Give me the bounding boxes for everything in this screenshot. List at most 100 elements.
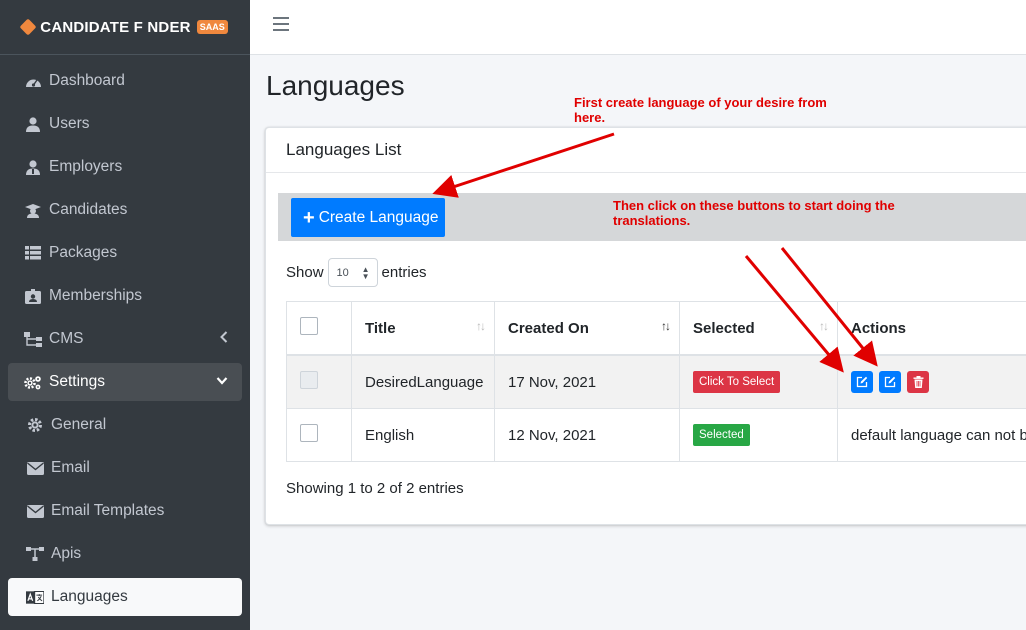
row-select-cell	[286, 354, 352, 409]
cell-selected: Selected	[679, 408, 838, 462]
column-header-created-on[interactable]: Created On ↑↓	[494, 301, 680, 356]
dashboard-icon	[24, 73, 42, 89]
column-header-title[interactable]: Title ↑↓	[351, 301, 495, 356]
id-badge-icon	[24, 288, 42, 304]
cell-selected: Click To Select	[679, 354, 838, 409]
card-header: Languages List	[266, 128, 1026, 173]
cell-created: 17 Nov, 2021	[494, 354, 680, 409]
sidebar-item-label: Packages	[49, 244, 118, 261]
click-to-select-button[interactable]: Click To Select	[693, 371, 781, 393]
sidebar-item-label: Users	[49, 115, 90, 132]
show-label: Show	[286, 264, 324, 281]
list-icon	[24, 245, 42, 261]
sidebar-item-label: Settings	[49, 373, 106, 390]
sidebar-item-label: Email	[51, 459, 90, 476]
entries-select-value: 10	[336, 266, 349, 279]
chevron-left-icon	[220, 331, 228, 346]
cogs-icon	[24, 374, 42, 390]
plus-icon: +	[303, 206, 315, 229]
select-all-checkbox[interactable]	[300, 317, 318, 335]
brand-badge: SAAS	[196, 20, 228, 34]
gear-icon	[26, 417, 44, 433]
header-label: Selected	[693, 319, 755, 337]
entries-select[interactable]: 10 ▲ ▼	[327, 258, 378, 287]
delete-button[interactable]	[907, 371, 930, 393]
brand-text: CANDIDATE F NDER	[40, 18, 191, 36]
sidebar-item-candidates[interactable]: Candidates	[8, 191, 242, 229]
table-row: English 12 Nov, 2021 Selected default la…	[286, 408, 1026, 462]
cell-created: 12 Nov, 2021	[494, 408, 680, 462]
sidebar-item-label: Apis	[51, 545, 82, 562]
select-all-header	[286, 301, 352, 356]
sidebar-item-label: Employers	[49, 158, 123, 175]
column-header-actions: Actions	[837, 301, 1026, 356]
brand-logo[interactable]: CANDIDATE F NDER SAAS	[0, 0, 250, 55]
header-label: Actions	[851, 319, 907, 337]
sort-icon: ↑↓	[819, 319, 829, 333]
languages-card: Languages List + Create Language Show 10…	[265, 127, 1026, 525]
sidebar-item-general[interactable]: General	[8, 406, 242, 444]
create-language-button[interactable]: + Create Language	[291, 198, 445, 237]
sidebar-item-cms[interactable]: CMS	[8, 320, 242, 358]
row-checkbox[interactable]	[300, 424, 318, 442]
edit-button[interactable]	[851, 371, 873, 393]
sidebar: CANDIDATE F NDER SAAS Dashboard Users Em…	[0, 0, 250, 630]
languages-table: Title ↑↓ Created On ↑↓ Selected ↑↓ Actions …	[286, 301, 1026, 462]
column-header-selected[interactable]: Selected ↑↓	[679, 301, 838, 356]
sort-desc-icon: ↑↓	[661, 319, 671, 333]
cell-title: English	[351, 408, 495, 462]
annotation-create-language: First create language of your desire fro…	[574, 95, 827, 125]
annotation-action-buttons: Then click on these buttons to start doi…	[613, 198, 895, 228]
graduate-icon	[24, 202, 42, 218]
sort-icon: ↑↓	[476, 319, 486, 333]
user-icon	[24, 116, 42, 132]
logo-mark-icon	[19, 18, 37, 36]
cell-title: DesiredLanguage	[351, 354, 495, 409]
table-row: DesiredLanguage 17 Nov, 2021 Click To Se…	[286, 354, 1026, 409]
employer-icon	[24, 159, 42, 175]
sidebar-item-label: CMS	[49, 330, 84, 347]
entries-label: entries	[381, 264, 427, 281]
sidebar-item-label: Candidates	[49, 201, 128, 218]
sidebar-item-apis[interactable]: Apis	[8, 535, 242, 573]
sidebar-item-packages[interactable]: Packages	[8, 234, 242, 272]
cell-actions	[837, 354, 1026, 409]
row-checkbox[interactable]	[300, 371, 318, 389]
sidebar-item-employers[interactable]: Employers	[8, 148, 242, 186]
edit-icon	[856, 376, 868, 388]
envelope-icon	[26, 503, 44, 519]
page-title: Languages	[266, 70, 405, 101]
sitemap-icon	[24, 331, 42, 347]
create-language-label: Create Language	[318, 208, 439, 226]
table-info: Showing 1 to 2 of 2 entries	[286, 480, 464, 497]
sidebar-item-users[interactable]: Users	[8, 105, 242, 143]
edit-translations-button[interactable]	[879, 371, 902, 393]
sidebar-item-label: Dashboard	[49, 72, 125, 89]
row-select-cell	[286, 408, 352, 462]
sidebar-item-label: Languages	[51, 588, 128, 605]
selected-badge: Selected	[693, 424, 750, 446]
sidebar-item-memberships[interactable]: Memberships	[8, 277, 242, 315]
sidebar-item-settings[interactable]: Settings	[8, 363, 242, 401]
sidebar-item-email[interactable]: Email	[8, 449, 242, 487]
sidebar-item-languages[interactable]: Languages	[8, 578, 242, 616]
sidebar-item-label: General	[51, 416, 107, 433]
trash-icon	[913, 376, 924, 388]
language-icon	[26, 589, 44, 605]
chevron-down-icon	[216, 374, 228, 389]
table-header-row: Title ↑↓ Created On ↑↓ Selected ↑↓ Actions	[286, 301, 1026, 356]
sidebar-item-email-templates[interactable]: Email Templates	[8, 492, 242, 530]
sidebar-nav: Dashboard Users Employers Candidates Pac…	[8, 62, 242, 621]
menu-toggle-icon[interactable]	[273, 17, 289, 31]
select-arrows-icon: ▲ ▼	[361, 265, 370, 281]
edit-icon	[885, 376, 896, 388]
envelope-icon	[26, 460, 44, 476]
top-navbar	[250, 0, 1026, 55]
sidebar-item-label: Memberships	[49, 287, 143, 304]
cell-actions: default language can not be	[837, 408, 1026, 462]
entries-length: Show 10 ▲ ▼ entries	[286, 258, 427, 287]
sidebar-item-label: Email Templates	[51, 502, 165, 519]
header-label: Title	[365, 319, 396, 337]
sidebar-item-dashboard[interactable]: Dashboard	[8, 62, 242, 100]
header-label: Created On	[508, 319, 589, 337]
